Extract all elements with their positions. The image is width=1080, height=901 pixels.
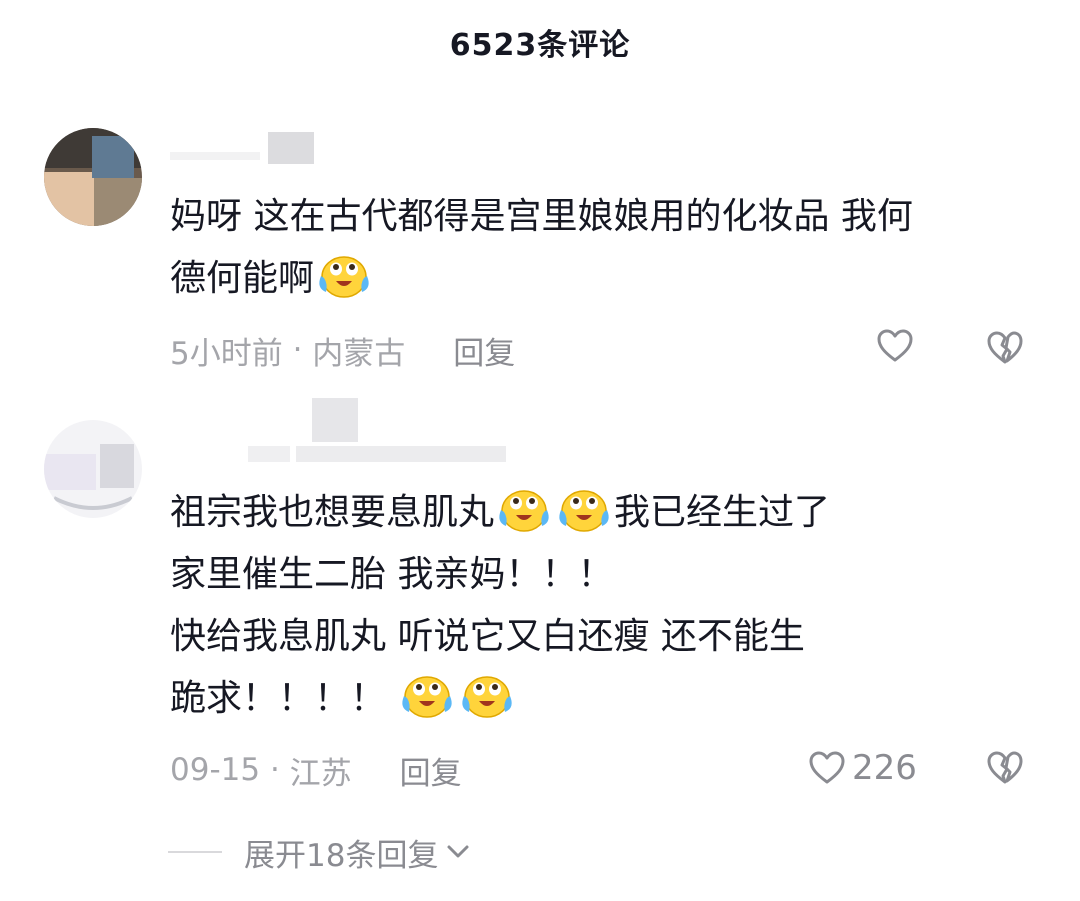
avatar[interactable] bbox=[44, 420, 142, 518]
comment-line: 妈呀 这在古代都得是宫里娘娘用的化妆品 我何 bbox=[170, 186, 1040, 248]
crying-laughing-emoji bbox=[496, 486, 552, 534]
comment-line-text: 快给我息肌丸 听说它又白还瘦 还不能生 bbox=[170, 616, 805, 657]
comment-count-title: 6523条评论 bbox=[449, 28, 631, 63]
comment-line: 快给我息肌丸 听说它又白还瘦 还不能生 bbox=[170, 606, 1040, 668]
meta-separator: · bbox=[260, 752, 290, 788]
comment-line-text: 我已经生过了 bbox=[614, 492, 831, 533]
comment-location: 江苏 bbox=[289, 755, 352, 792]
comments-header: 6523条评论 bbox=[0, 0, 1080, 84]
username-redacted bbox=[170, 130, 320, 170]
like-count: 226 bbox=[852, 748, 917, 788]
comment-line: 祖宗我也想要息肌丸 我已经生过了 bbox=[170, 482, 1040, 544]
reply-button[interactable]: 回复 bbox=[453, 328, 515, 373]
heart-outline-icon bbox=[808, 750, 846, 786]
comment-line: 德何能啊 bbox=[170, 248, 1040, 310]
crying-laughing-emoji bbox=[399, 672, 455, 720]
comment-text: 祖宗我也想要息肌丸 我已经生过了 家里催生二胎 我亲妈！！！ 快给我息肌丸 听说它… bbox=[170, 482, 1040, 730]
like-button[interactable] bbox=[876, 328, 920, 364]
divider bbox=[168, 851, 222, 853]
crying-laughing-emoji bbox=[316, 252, 372, 300]
comment-location: 内蒙古 bbox=[312, 335, 406, 372]
comment-time: 5小时前 bbox=[170, 335, 283, 372]
broken-heart-icon bbox=[986, 330, 1024, 366]
username-redacted bbox=[170, 398, 530, 468]
comment-line: 跪求！！！！ bbox=[170, 668, 1040, 730]
comment-line-text: 家里催生二胎 我亲妈！！！ bbox=[170, 554, 614, 595]
reply-button[interactable]: 回复 bbox=[400, 748, 462, 793]
expand-replies-button[interactable]: 展开18条回复 bbox=[168, 830, 470, 874]
comment-line-text: 妈呀 这在古代都得是宫里娘娘用的化妆品 我何 bbox=[170, 196, 913, 237]
comment-line: 家里催生二胎 我亲妈！！！ bbox=[170, 544, 1040, 606]
dislike-button[interactable] bbox=[986, 750, 1024, 790]
comment-text: 妈呀 这在古代都得是宫里娘娘用的化妆品 我何 德何能啊 bbox=[170, 186, 1040, 310]
chevron-down-icon bbox=[446, 842, 470, 862]
comment-line-text: 德何能啊 bbox=[170, 258, 315, 299]
expand-replies-label: 展开18条回复 bbox=[244, 837, 439, 874]
broken-heart-icon bbox=[986, 750, 1024, 786]
avatar[interactable] bbox=[44, 128, 142, 226]
like-button[interactable]: 226 bbox=[808, 748, 917, 788]
crying-laughing-emoji bbox=[459, 672, 515, 720]
crying-laughing-emoji bbox=[556, 486, 612, 534]
comment-time: 09-15 bbox=[170, 752, 261, 788]
heart-outline-icon bbox=[876, 328, 914, 364]
comment-line-text: 祖宗我也想要息肌丸 bbox=[170, 492, 495, 533]
comment-line-text: 跪求！！！！ bbox=[170, 678, 398, 719]
meta-separator: · bbox=[282, 332, 313, 368]
dislike-button[interactable] bbox=[986, 330, 1024, 370]
